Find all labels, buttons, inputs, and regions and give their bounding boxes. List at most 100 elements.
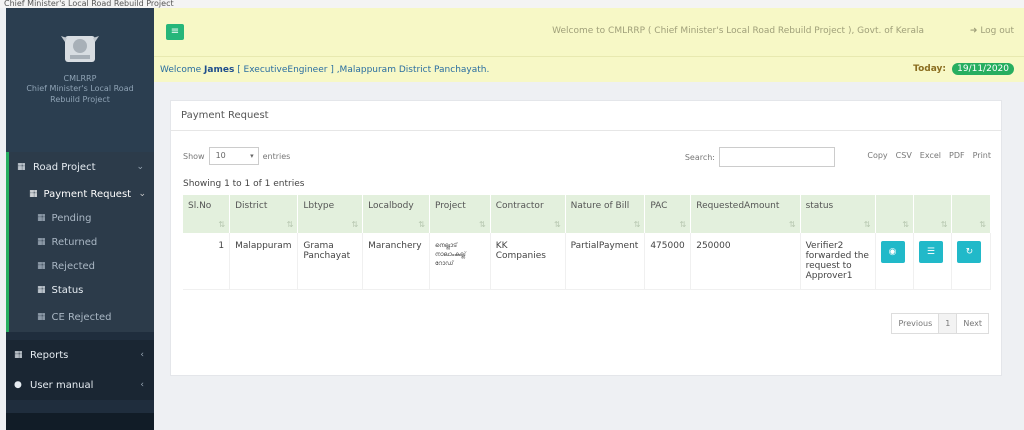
column-header-pac[interactable]: PAC ⇅ [644,195,692,233]
user-info: Welcome James [ ExecutiveEngineer ] ,Mal… [160,65,489,75]
column-header-requested-amount[interactable]: RequestedAmount ⇅ [690,195,801,233]
csv-button[interactable]: CSV [892,148,916,163]
sort-icon: ⇅ [218,220,226,229]
grid-icon: ▦ [37,285,46,295]
payment-request-table: Sl.No ⇅ District ⇅ Lbtype ⇅ Localbody ⇅ Proj… [183,195,991,290]
cell-requested-amount: 250000 [690,233,801,290]
list-icon[interactable]: ☰ [918,241,943,263]
sidebar-item-label: Status [51,284,84,296]
sort-icon: ⇅ [553,220,561,229]
table-header-row: Sl.No ⇅ District ⇅ Lbtype ⇅ Localbody ⇅ Proj… [183,195,991,233]
brand-block: CMLRRP Chief Minister's Local Road Rebui… [6,8,154,152]
pdf-button[interactable]: PDF [945,148,969,163]
column-header-localbody[interactable]: Localbody ⇅ [362,195,430,233]
excel-button[interactable]: Excel [916,148,945,163]
cell-status: Verifier2 forwarded the request to Appro… [800,233,876,290]
logout-link[interactable]: ➜ Log out [970,26,1014,36]
sidebar-item-pending[interactable]: ▦ Pending [9,206,154,230]
grid-icon: ▦ [29,189,38,199]
sort-icon: ⇅ [286,220,294,229]
next-page-button[interactable]: Next [957,314,988,333]
welcome-prefix: Welcome [160,64,202,75]
entries-label: entries [262,151,291,161]
sidebar-menu: ▦ Road Project ⌄ ▦ Payment Request ⌄ ▦ Pe… [6,152,154,400]
browser-tab-strip: Chief Minister's Local Road Rebuild Proj… [0,0,1024,8]
brand-full-name: Chief Minister's Local Road Rebuild Proj… [26,84,134,104]
page-number-button[interactable]: 1 [938,314,958,333]
show-label: Show [183,151,205,161]
copy-button[interactable]: Copy [863,148,891,163]
column-header-contractor[interactable]: Contractor ⇅ [490,195,566,233]
sidebar-item-ce-rejected[interactable]: ▦ CE Rejected [9,302,154,332]
column-header-project[interactable]: Project ⇅ [429,195,491,233]
sidebar-item-status[interactable]: ▦ Status [9,278,154,302]
logout-icon: ➜ [969,26,981,36]
cell-project: നെല്ലാട് നാലാംകല്ല് റോഡ് [429,233,491,290]
sidebar-item-label: Rejected [51,260,96,272]
table-info: Showing 1 to 1 of 1 entries [183,179,305,189]
user-role-office: [ ExecutiveEngineer ] ,Malappuram Distri… [237,64,490,75]
print-button[interactable]: Print [969,148,995,163]
column-header-action-3[interactable]: ⇅ [951,195,991,233]
chevron-left-icon: ‹ [140,350,144,360]
grid-icon: ▦ [37,213,46,223]
column-header-action-1[interactable]: ⇅ [875,195,914,233]
chevron-down-icon: ⌄ [138,189,146,199]
sidebar-item-user-manual[interactable]: ● User manual ‹ [6,370,154,400]
search-control: Search: [685,147,835,167]
logout-label: Log out [980,26,1014,36]
today-date-badge: 19/11/2020 [952,63,1014,75]
sort-icon: ⇅ [863,220,871,229]
sort-icon: ⇅ [351,220,359,229]
user-name: James [204,64,235,75]
sidebar-item-returned[interactable]: ▦ Returned [9,230,154,254]
grid-icon: ▦ [37,261,46,271]
search-label: Search: [684,152,715,162]
help-icon: ● [14,380,22,390]
column-header-action-2[interactable]: ⇅ [913,195,953,233]
pagination: Previous 1 Next [891,313,989,334]
sort-icon: ⇅ [788,220,796,229]
sort-icon: ⇅ [418,220,425,229]
sidebar-item-road-project[interactable]: ▦ Road Project ⌄ [6,152,154,182]
sidebar-item-label: User manual [30,379,94,391]
column-header-status[interactable]: status ⇅ [800,195,876,233]
page-title: Payment Request [171,101,1001,131]
welcome-banner: Welcome to CMLRRP ( Chief Minister's Loc… [552,26,924,36]
chevron-left-icon: ‹ [140,380,144,390]
user-info-bar: Welcome James [ ExecutiveEngineer ] ,Mal… [154,56,1024,82]
kerala-emblem-logo [61,36,99,62]
cell-action-details: ☰ [913,233,953,290]
previous-page-button[interactable]: Previous [892,314,938,333]
entries-select[interactable]: 10 ▾ [208,147,259,165]
cell-contractor: KK Companies [490,233,566,290]
column-header-nature-of-bill[interactable]: Nature of Bill ⇅ [565,195,646,233]
column-header-slno[interactable]: Sl.No ⇅ [183,195,231,233]
menu-toggle-icon[interactable]: ≡ [166,24,184,40]
sidebar-item-label: Pending [51,212,92,224]
cell-action-view: ◉ [875,233,914,290]
view-icon[interactable]: ◉ [880,241,905,263]
sidebar: CMLRRP Chief Minister's Local Road Rebui… [6,8,154,430]
column-header-lbtype[interactable]: Lbtype ⇅ [297,195,364,233]
cell-district: Malappuram [229,233,299,290]
sidebar-item-reports[interactable]: ▦ Reports ‹ [6,340,154,370]
top-header: ≡ Welcome to CMLRRP ( Chief Minister's L… [154,8,1024,56]
cell-slno: 1 [183,233,231,290]
grid-icon: ▦ [17,162,26,172]
sort-icon: ⇅ [940,220,948,229]
cell-pac: 475000 [644,233,692,290]
sidebar-item-label: Road Project [33,161,96,173]
sort-icon: ⇅ [979,220,986,229]
sort-icon: ⇅ [902,220,909,229]
sidebar-footer [6,413,154,430]
today-display: Today: 19/11/2020 [913,63,1014,75]
today-label: Today: [913,64,946,74]
sidebar-item-payment-request[interactable]: ▦ Payment Request ⌄ [9,182,154,206]
sidebar-item-rejected[interactable]: ▦ Rejected [9,254,154,278]
column-header-district[interactable]: District ⇅ [229,195,299,233]
history-icon[interactable]: ↻ [957,241,982,263]
search-input[interactable] [719,147,835,167]
cell-action-history: ↻ [951,233,991,290]
table-row: 1 Malappuram Grama Panchayat Maranchery … [183,233,991,290]
